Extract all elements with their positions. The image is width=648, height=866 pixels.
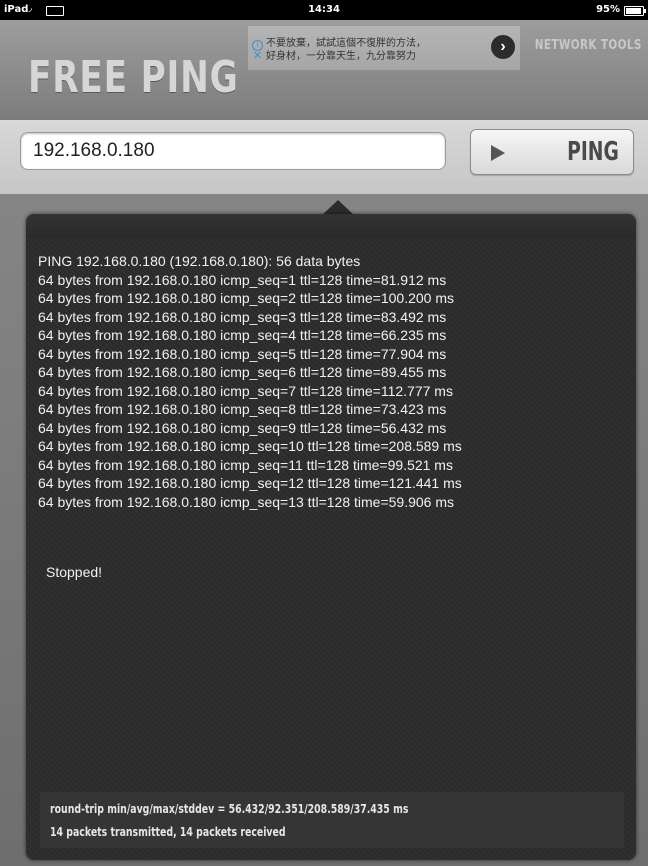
ad-text-line-2: 好身材，一分靠天生，九分靠努力 (266, 51, 416, 62)
ping-reply-line: 64 bytes from 192.168.0.180 icmp_seq=11 … (38, 456, 453, 473)
app-title: FREE PING (28, 52, 239, 103)
round-trip-stats: round-trip min/avg/max/stddev = 56.432/9… (50, 802, 409, 816)
ad-banner[interactable]: i ✕ 不要放棄，試試這個不復胖的方法， 好身材，一分靠天生，九分靠努力 › (248, 26, 520, 70)
ping-reply-line: 64 bytes from 192.168.0.180 icmp_seq=8 t… (38, 401, 447, 417)
panel-pointer (322, 200, 354, 215)
status-time: 14:34 (308, 4, 340, 15)
ping-reply-line: 64 bytes from 192.168.0.180 icmp_seq=9 t… (38, 419, 447, 436)
ping-header-line: PING 192.168.0.180 (192.168.0.180): 56 d… (38, 253, 361, 269)
free-ping-screen: iPad ◞ 14:34 95% FREE PING i ✕ 不要放棄，試試這個… (0, 0, 648, 866)
network-tools-link[interactable]: NETWORK TOOLS (535, 38, 642, 53)
status-bar: iPad ◞ 14:34 95% (0, 0, 648, 20)
battery-icon (624, 6, 646, 16)
ping-reply-line: 64 bytes from 192.168.0.180 icmp_seq=6 t… (38, 364, 447, 380)
app-header: FREE PING i ✕ 不要放棄，試試這個不復胖的方法， 好身材，一分靠天生… (0, 20, 648, 120)
ad-arrow-button[interactable]: › (491, 35, 515, 59)
input-bar: PING (0, 120, 648, 195)
ping-reply-line: 64 bytes from 192.168.0.180 icmp_seq=1 t… (38, 271, 447, 288)
packet-stats: 14 packets transmitted, 14 packets recei… (50, 825, 286, 839)
ad-close-icon[interactable]: ✕ (253, 51, 262, 62)
stats-box: round-trip min/avg/max/stddev = 56.432/9… (40, 792, 624, 848)
ping-reply-line: 64 bytes from 192.168.0.180 icmp_seq=2 t… (38, 290, 454, 306)
ping-button-label: PING (567, 137, 619, 167)
ping-reply-line: 64 bytes from 192.168.0.180 icmp_seq=12 … (38, 475, 462, 491)
play-icon (491, 145, 505, 161)
ping-status-text: Stopped! (46, 564, 103, 580)
ping-log: PING 192.168.0.180 (192.168.0.180): 56 d… (38, 252, 462, 511)
ping-reply-line: 64 bytes from 192.168.0.180 icmp_seq=3 t… (38, 308, 447, 325)
ping-reply-line: 64 bytes from 192.168.0.180 icmp_seq=4 t… (38, 327, 447, 343)
host-input[interactable] (20, 132, 446, 170)
ping-reply-line: 64 bytes from 192.168.0.180 icmp_seq=7 t… (38, 382, 453, 399)
ping-reply-line: 64 bytes from 192.168.0.180 icmp_seq=10 … (38, 438, 462, 454)
ping-reply-line: 64 bytes from 192.168.0.180 icmp_seq=13 … (38, 493, 454, 510)
ping-reply-line: 64 bytes from 192.168.0.180 icmp_seq=5 t… (38, 345, 447, 362)
panel-top-strip (26, 214, 636, 238)
ping-button[interactable]: PING (470, 129, 634, 175)
battery-percent: 95% (596, 4, 620, 15)
